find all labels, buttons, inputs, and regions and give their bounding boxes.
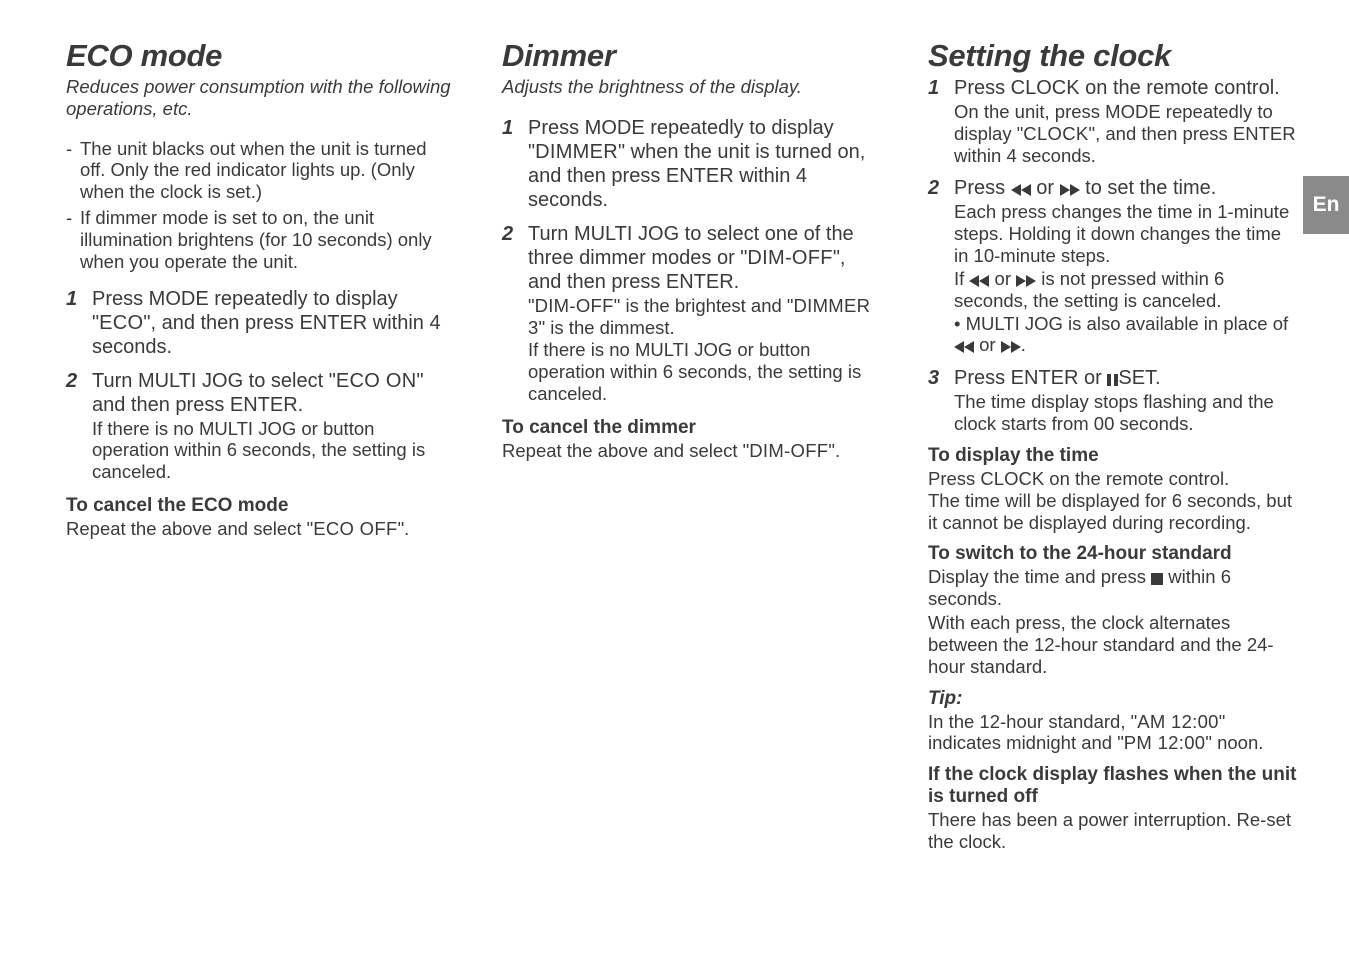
column-dimmer: Dimmer Adjusts the brightness of the dis… [502, 38, 882, 863]
step-item: Press MODE repeatedly to display "DIMMER… [502, 116, 882, 212]
list-item: If dimmer mode is set to on, the unit il… [66, 207, 456, 272]
step-item: Turn MULTI JOG to select one of the thre… [502, 222, 882, 405]
step-text: Turn MULTI JOG to select one of the thre… [528, 223, 854, 293]
display-text: ECO ON [336, 370, 417, 392]
fast-forward-icon [1016, 275, 1036, 287]
step-desc: Each press changes the time in 1-minute … [954, 201, 1299, 266]
fast-forward-icon [1060, 184, 1080, 196]
step-item: Turn MULTI JOG to select "ECO ON" and th… [66, 369, 456, 483]
step-desc: If or is not pressed within 6 seconds, t… [954, 268, 1299, 312]
step-desc: If there is no MULTI JOG or button opera… [92, 418, 456, 483]
step-desc: On the unit, press MODE repeatedly to di… [954, 101, 1299, 166]
dimmer-cancel-heading: To cancel the dimmer [502, 417, 882, 439]
step-desc: The time display stops flashing and the … [954, 391, 1299, 435]
eco-intro: Reduces power consumption with the follo… [66, 76, 456, 120]
list-item: The unit blacks out when the unit is tur… [66, 138, 456, 203]
step-desc: • MULTI JOG is also available in place o… [954, 313, 1299, 357]
fast-forward-icon [1001, 341, 1021, 353]
display-text: DIM-OFF [747, 247, 832, 269]
display-text: AM 12:00 [1137, 711, 1219, 732]
page-content: ECO mode Reduces power consumption with … [0, 0, 1349, 863]
display-time-text: Press CLOCK on the remote control. The t… [928, 468, 1299, 533]
display-text: DIM-OFF [535, 295, 614, 316]
pause-icon [1107, 374, 1118, 386]
step-text: Press CLOCK on the remote control. [954, 77, 1280, 99]
display-time-heading: To display the time [928, 445, 1299, 467]
step-text: Press ENTER or SET. [954, 367, 1161, 389]
step-item: Press ENTER or SET. The time display sto… [928, 366, 1299, 435]
tip-heading: Tip: [928, 688, 1299, 710]
step-text: Turn MULTI JOG to select "ECO ON" and th… [92, 370, 424, 416]
clock-heading: Setting the clock [928, 38, 1299, 74]
column-eco-mode: ECO mode Reduces power consumption with … [66, 38, 456, 863]
display-text: ECO [99, 312, 143, 334]
eco-cancel-heading: To cancel the ECO mode [66, 495, 456, 517]
eco-cancel-text: Repeat the above and select "ECO OFF". [66, 518, 456, 540]
eco-heading: ECO mode [66, 38, 456, 74]
tip-text: In the 12-hour standard, "AM 12:00" indi… [928, 711, 1299, 755]
dimmer-cancel-text: Repeat the above and select "DIM-OFF". [502, 440, 882, 462]
step-text: Press or to set the time. [954, 177, 1216, 199]
step-desc: If there is no MULTI JOG or button opera… [528, 339, 882, 404]
step-text: Press MODE repeatedly to display "ECO", … [92, 288, 441, 358]
rewind-icon [969, 275, 989, 287]
rewind-icon [954, 341, 974, 353]
display-text: DIM-OFF [749, 440, 828, 461]
hour-standard-text: Display the time and press within 6 seco… [928, 566, 1299, 610]
dimmer-heading: Dimmer [502, 38, 882, 74]
hour-standard-heading: To switch to the 24-hour standard [928, 543, 1299, 565]
step-item: Press CLOCK on the remote control. On th… [928, 76, 1299, 166]
step-item: Press or to set the time. Each press cha… [928, 176, 1299, 356]
dimmer-steps: Press MODE repeatedly to display "DIMMER… [502, 116, 882, 405]
step-item: Press MODE repeatedly to display "ECO", … [66, 287, 456, 359]
clock-flash-heading: If the clock display flashes when the un… [928, 764, 1299, 808]
column-clock: Setting the clock Press CLOCK on the rem… [928, 38, 1299, 863]
display-text: ECO OFF [313, 518, 397, 539]
eco-note-list: The unit blacks out when the unit is tur… [66, 138, 456, 273]
clock-steps: Press CLOCK on the remote control. On th… [928, 76, 1299, 435]
clock-flash-text: There has been a power interruption. Re-… [928, 809, 1299, 853]
eco-steps: Press MODE repeatedly to display "ECO", … [66, 287, 456, 483]
language-tab-label: En [1313, 193, 1340, 217]
stop-icon [1151, 573, 1163, 585]
display-text: PM 12:00 [1124, 732, 1206, 753]
display-text: CLOCK [1023, 123, 1088, 144]
rewind-icon [1011, 184, 1031, 196]
step-desc: "DIM-OFF" is the brightest and "DIMMER 3… [528, 295, 882, 339]
step-text: Press MODE repeatedly to display "DIMMER… [528, 117, 865, 211]
display-text: DIMMER [535, 141, 618, 163]
dimmer-intro: Adjusts the brightness of the display. [502, 76, 882, 98]
language-tab: En [1303, 176, 1349, 234]
hour-standard-text-2: With each press, the clock alternates be… [928, 612, 1299, 677]
